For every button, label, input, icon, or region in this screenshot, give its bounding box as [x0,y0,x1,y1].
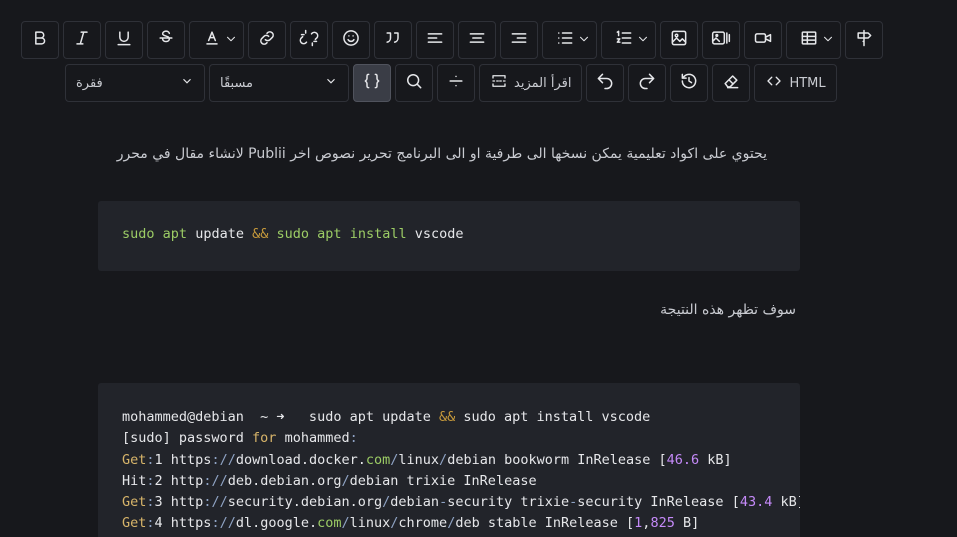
undo-button[interactable] [586,64,625,102]
gallery-button[interactable] [702,21,740,59]
align-left-button[interactable] [416,21,454,59]
bullet-list-button[interactable] [542,21,597,59]
read-more-icon [490,72,508,94]
paragraph-format-value: فقرة [76,75,103,91]
image-icon [669,28,689,52]
italic-icon [72,28,92,52]
horizontal-rule-button[interactable] [437,64,475,102]
align-right-icon [509,28,529,52]
chevron-down-icon [636,31,650,50]
toolbar-row-formatting [21,21,883,59]
content-paragraph[interactable]: سوف تظهر هذه النتيجة [396,302,796,318]
numbered-list-icon [614,28,634,52]
direction-button[interactable] [845,21,883,59]
code-line: mohammed@debian ~ ➜ sudo apt update && s… [122,409,651,425]
link-button[interactable] [248,21,286,59]
align-center-button[interactable] [458,21,496,59]
braces-icon [362,71,382,95]
chevron-down-icon [577,31,591,50]
signpost-icon [854,28,874,52]
undo-icon [595,71,615,95]
align-center-icon [467,28,487,52]
strikethrough-icon [156,28,176,52]
code-line: Get:3 http://security.debian.org/debian-… [122,494,800,511]
quote-icon [383,28,403,52]
html-label: HTML [789,75,826,91]
html-source-button[interactable]: HTML [754,64,837,102]
read-more-label: اقرأ المزيد [514,75,572,91]
preset-select[interactable]: مسبقًا [209,64,349,102]
paragraph-format-select[interactable]: فقرة [65,64,205,102]
video-button[interactable] [744,21,782,59]
strikethrough-button[interactable] [147,21,185,59]
emoji-button[interactable] [332,21,370,59]
unlink-button[interactable] [290,21,328,59]
table-button[interactable] [786,21,841,59]
toolbar-row-insert: فقرة مسبقًا اقرأ المزيد HTML [65,64,837,102]
image-button[interactable] [660,21,698,59]
preset-value: مسبقًا [220,75,254,91]
underline-button[interactable] [105,21,143,59]
bold-icon [30,28,50,52]
search-icon [404,71,424,95]
numbered-list-button[interactable] [601,21,656,59]
code-line: sudo apt update && sudo apt install vsco… [122,226,464,242]
divider-icon [446,71,466,95]
chevron-down-icon [224,31,238,50]
code-line: Get:1 https://download.docker.com/linux/… [122,451,732,468]
font-color-button[interactable] [189,21,244,59]
font-color-icon [202,28,222,52]
redo-button[interactable] [628,64,667,102]
chevron-down-icon [324,74,338,92]
blockquote-button[interactable] [374,21,412,59]
code-block-output[interactable]: mohammed@debian ~ ➜ sudo apt update && s… [98,383,800,537]
read-more-button[interactable]: اقرأ المزيد [479,64,583,102]
emoji-icon [341,28,361,52]
code-block-button[interactable] [353,64,391,102]
chevron-down-icon [821,31,835,50]
clear-formatting-button[interactable] [712,64,751,102]
search-button[interactable] [395,64,433,102]
code-block-command[interactable]: sudo apt update && sudo apt install vsco… [98,201,800,271]
bullet-list-icon [555,28,575,52]
code-line: Hit:2 http://deb.debian.org/debian trixi… [122,472,537,489]
redo-icon [637,71,657,95]
underline-icon [114,28,134,52]
chevron-down-icon [180,74,194,92]
history-icon [679,71,699,95]
align-left-icon [425,28,445,52]
content-paragraph[interactable]: يحتوي على اكواد تعليمية يمكن نسخها الى ط… [67,146,767,162]
history-button[interactable] [670,64,709,102]
eraser-icon [721,71,741,95]
bold-button[interactable] [21,21,59,59]
code-line: Get:4 https://dl.google.com/linux/chrome… [122,515,700,532]
align-right-button[interactable] [500,21,538,59]
video-icon [753,28,773,52]
unlink-icon [299,28,319,52]
code-icon [765,72,783,94]
table-icon [799,28,819,52]
link-icon [257,28,277,52]
code-line: [sudo] password for mohammed: [122,430,358,447]
italic-button[interactable] [63,21,101,59]
gallery-icon [711,28,731,52]
